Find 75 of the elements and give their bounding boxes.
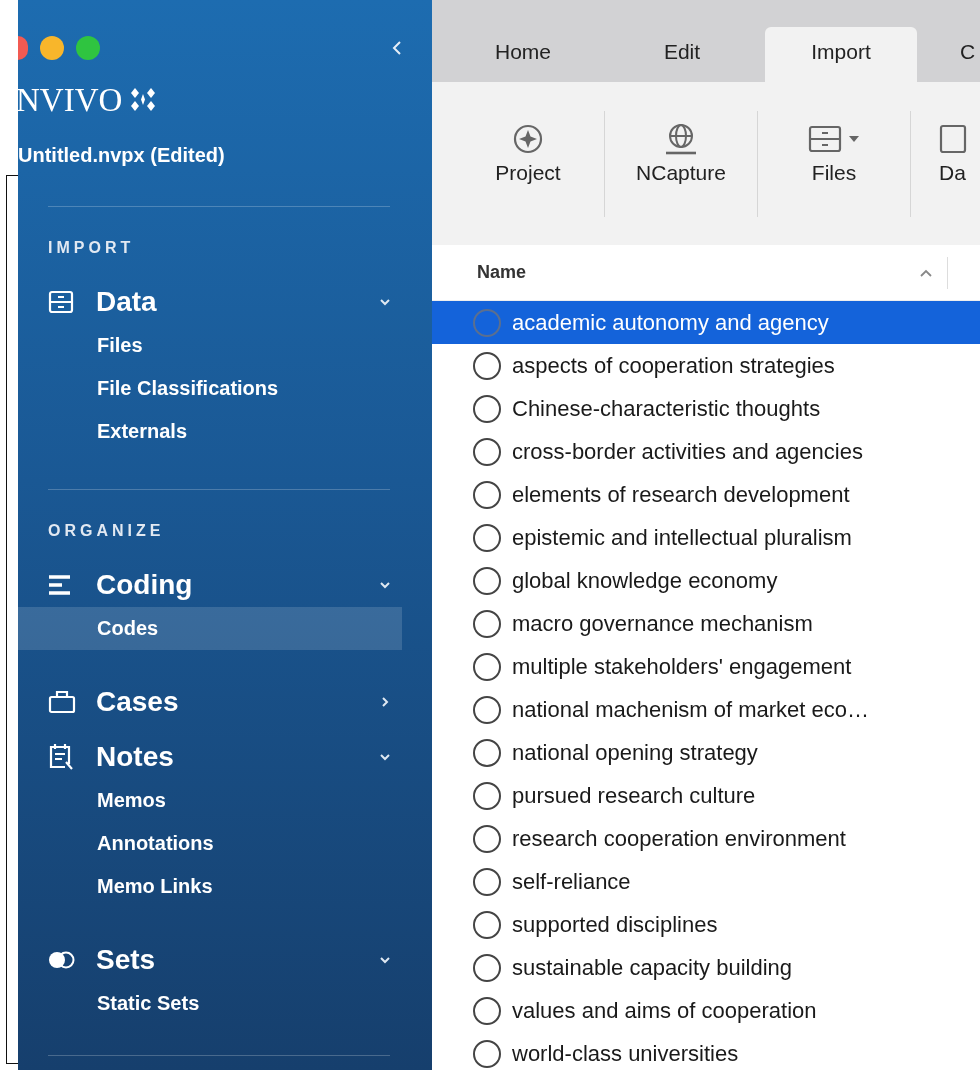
nav-item[interactable]: Files [18,324,402,367]
circle-icon [472,307,502,338]
ribbon-tab[interactable]: C [924,27,978,82]
circle-icon [472,350,502,381]
nav-group[interactable]: Data [18,280,432,324]
toolbar-button[interactable]: NCapture [605,120,757,185]
briefcase-icon [48,690,76,714]
code-row[interactable]: supported disciplines [432,903,980,946]
circle-icon [472,823,502,854]
code-row[interactable]: self-reliance [432,860,980,903]
circle-icon [472,909,502,940]
circle-icon [472,608,502,639]
code-row[interactable]: values and aims of cooperation [432,989,980,1032]
toolbar-button[interactable]: Da [911,120,969,185]
circle-icon [472,651,502,682]
code-row[interactable]: sustainable capacity building [432,946,980,989]
code-row[interactable]: pursued research culture [432,774,980,817]
circle-icon [472,479,502,510]
nav-group[interactable]: Notes [18,735,432,779]
code-row[interactable]: epistemic and intellectual pluralism [432,516,980,559]
circle-icon [472,780,502,811]
nav-item[interactable]: File Classifications [18,367,402,410]
code-row[interactable]: multiple stakeholders' engagement [432,645,980,688]
code-row[interactable]: world-class universities [432,1032,980,1070]
document-icon [939,123,969,154]
circle-icon [472,737,502,768]
circle-icon [472,694,502,725]
drawer-icon [808,124,842,153]
code-row[interactable]: academic autonomy and agency [432,301,980,344]
toolbar-button[interactable]: Files [758,120,910,185]
nav-group[interactable]: Cases [18,680,432,724]
close-window-button[interactable] [18,36,28,60]
toolbar-button[interactable]: Project [452,120,604,185]
code-row[interactable]: national machenism of market eco… [432,688,980,731]
sort-ascending-icon[interactable] [919,267,933,278]
code-row[interactable]: Chinese-characteristic thoughts [432,387,980,430]
chevron-left-icon[interactable] [392,40,402,56]
nav-item[interactable]: Codes [18,607,402,650]
section-heading: ORGANIZE [48,521,166,541]
nav-item[interactable]: Memos [18,779,402,822]
notepad-pencil-icon [48,743,76,771]
code-row[interactable]: cross-border activities and agencies [432,430,980,473]
drawer-icon [48,290,74,314]
ribbon-tab[interactable]: Import [765,27,917,82]
section-heading: IMPORT [48,238,136,258]
nav-group[interactable]: Sets [18,938,432,982]
nav-item[interactable]: Annotations [18,822,402,865]
code-row[interactable]: aspects of cooperation strategies [432,344,980,387]
circle-icon [472,1038,502,1069]
circle-icon [472,995,502,1026]
code-row[interactable]: global knowledge economy [432,559,980,602]
ribbon-tab[interactable]: Home [447,27,599,82]
list-lines-icon [48,574,72,596]
globe-icon [664,122,698,155]
zoom-window-button[interactable] [76,36,100,60]
nav-item[interactable]: Externals [18,410,402,453]
nav-group[interactable]: Coding [18,563,432,607]
code-row[interactable]: elements of research development [432,473,980,516]
app-logo-text: NVIVO [16,81,123,119]
ribbon-tab[interactable]: Edit [606,27,758,82]
column-header[interactable]: Name [477,262,897,283]
circle-icon [472,522,502,553]
nav-item[interactable]: Memo Links [18,865,402,908]
minimize-window-button[interactable] [40,36,64,60]
circle-icon [472,866,502,897]
code-row[interactable]: macro governance mechanism [432,602,980,645]
circle-icon [472,565,502,596]
code-row[interactable]: national opening strategy [432,731,980,774]
circle-icon [472,436,502,467]
project-file-name: Untitled.nvpx (Edited) [18,143,226,168]
overlapping-circles-icon [48,950,76,970]
nav-item[interactable]: Static Sets [18,982,402,1025]
circle-icon [472,952,502,983]
code-row[interactable]: research cooperation environment [432,817,980,860]
circle-icon [472,393,502,424]
